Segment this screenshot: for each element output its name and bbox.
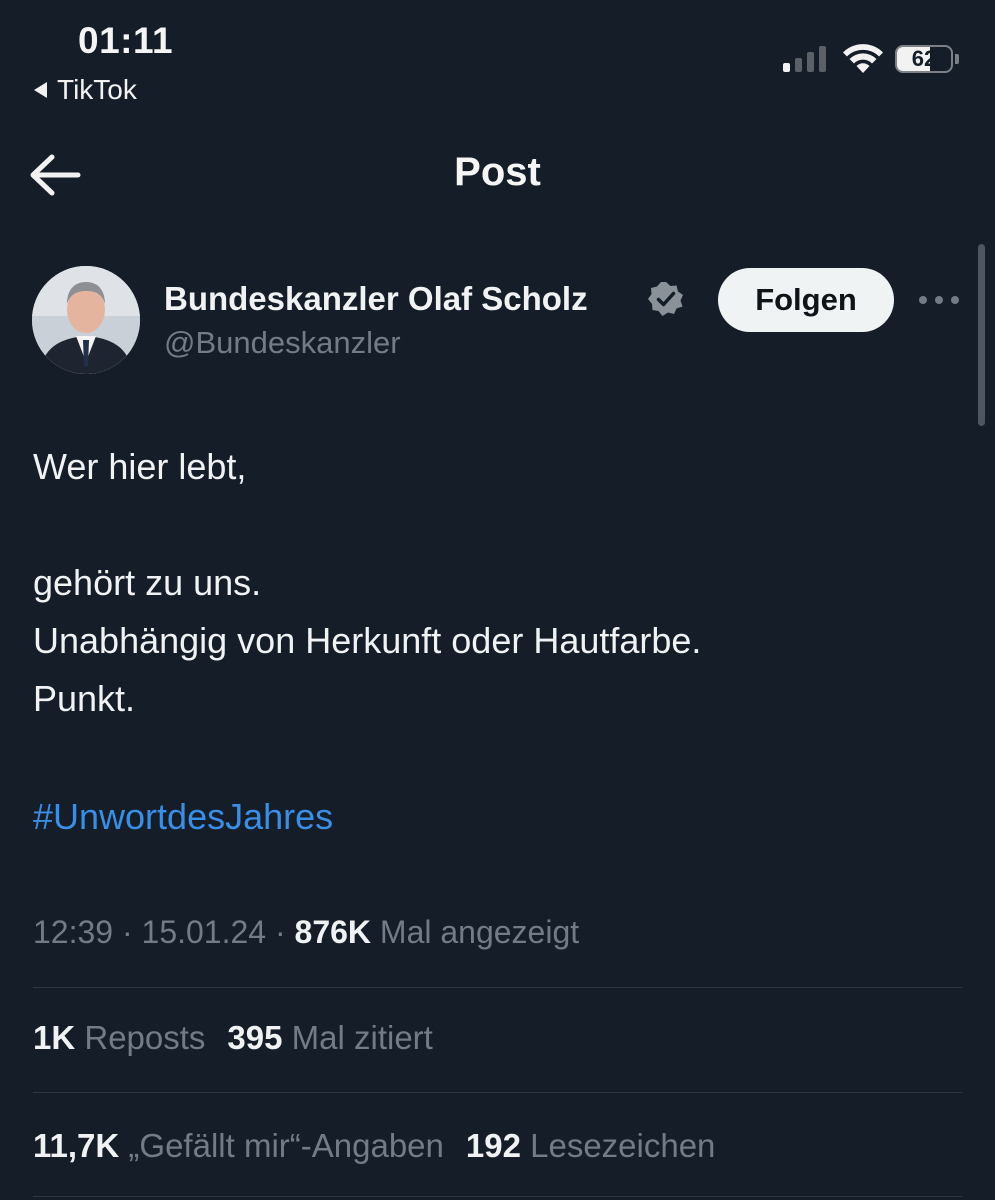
likes-count: 11,7K — [33, 1127, 120, 1164]
reposts-label: Reposts — [84, 1019, 206, 1056]
verified-badge-icon — [648, 282, 683, 316]
view-count[interactable]: 876K — [295, 914, 372, 950]
likes-label: „Gefällt mir“-Angaben — [128, 1127, 444, 1164]
reposts-stat[interactable]: 1K Reposts — [33, 1019, 205, 1056]
battery-indicator: 62 — [895, 45, 959, 73]
post-text-line-1: Wer hier lebt, — [33, 446, 247, 487]
cellular-signal-icon — [783, 46, 826, 72]
battery-nub — [955, 54, 959, 64]
back-app-label: TikTok — [57, 74, 137, 105]
post-meta: 12:39 · 15.01.24 · 876K Mal angezeigt — [33, 914, 579, 951]
scrollbar[interactable] — [978, 244, 985, 426]
status-time: 01:11 — [78, 20, 174, 61]
status-indicators: 62 — [783, 44, 959, 74]
battery-body: 62 — [895, 45, 953, 73]
follow-button[interactable]: Folgen — [718, 268, 894, 332]
bookmarks-stat[interactable]: 192 Lesezeichen — [466, 1127, 716, 1164]
post-text-line-4: Punkt. — [33, 678, 136, 719]
wifi-icon — [843, 44, 883, 73]
quotes-count: 395 — [227, 1019, 283, 1056]
hashtag-link[interactable]: #UnwortdesJahres — [33, 796, 333, 838]
back-to-app-button[interactable]: TikTok — [34, 74, 137, 106]
view-count-label[interactable]: Mal angezeigt — [380, 914, 579, 950]
post-time: 12:39 — [33, 914, 114, 950]
divider — [33, 987, 963, 988]
bookmarks-label: Lesezeichen — [530, 1127, 716, 1164]
post-screen: 01:11 TikTok 62 Post Bundeskanzler Olaf … — [0, 0, 995, 1200]
reposts-count: 1K — [33, 1019, 76, 1056]
meta-separator: · — [274, 914, 295, 950]
author-name[interactable]: Bundeskanzler Olaf Scholz — [164, 280, 588, 318]
avatar[interactable] — [32, 266, 140, 374]
divider — [33, 1092, 963, 1093]
divider — [33, 1196, 963, 1197]
back-triangle-icon — [34, 82, 47, 98]
post-text-line-2: gehört zu uns. — [33, 562, 262, 603]
bookmarks-count: 192 — [465, 1127, 521, 1164]
quotes-stat[interactable]: 395 Mal zitiert — [227, 1019, 432, 1056]
more-options-icon[interactable] — [917, 288, 961, 312]
post-date: 15.01.24 — [141, 914, 267, 950]
likes-stat[interactable]: 11,7K „Gefällt mir“-Angaben — [33, 1127, 444, 1164]
quotes-label: Mal zitiert — [291, 1019, 433, 1056]
repost-stats-row: 1K Reposts 395 Mal zitiert — [33, 1019, 433, 1057]
author-handle[interactable]: @Bundeskanzler — [164, 325, 401, 361]
post-text-line-3: Unabhängig von Herkunft oder Hautfarbe. — [33, 620, 702, 661]
like-stats-row: 11,7K „Gefällt mir“-Angaben 192 Lesezeich… — [33, 1127, 715, 1165]
meta-separator: · — [121, 914, 142, 950]
battery-level: 62 — [911, 46, 937, 71]
avatar-portrait-icon — [32, 266, 140, 374]
page-title: Post — [454, 150, 541, 194]
